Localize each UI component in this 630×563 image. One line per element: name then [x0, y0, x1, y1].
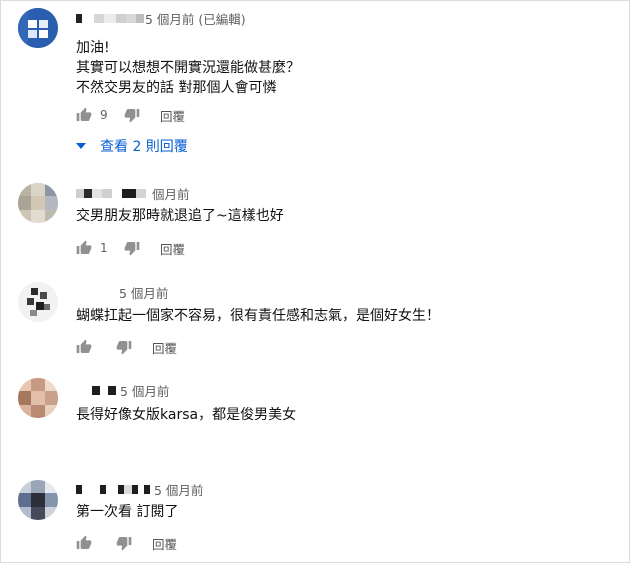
avatar[interactable] [18, 8, 58, 48]
thumbs-down-icon [116, 537, 132, 551]
username-redacted[interactable] [76, 286, 118, 298]
thumbs-down-icon [116, 341, 132, 355]
comment-timestamp[interactable]: 5 個月前 [154, 480, 203, 499]
like-count: 9 [100, 108, 108, 122]
comment-line: 長得好像女版karsa，都是俊男美女 [76, 407, 297, 423]
comment-text: 交男朋友那時就退追了~這樣也好 [76, 206, 284, 226]
like-button[interactable] [76, 535, 112, 551]
comment-line: 蝴蝶扛起一個家不容易，很有責任感和志氣，是個好女生！ [76, 308, 440, 324]
comment-timestamp[interactable]: 5 個月前 (已編輯) [145, 9, 246, 28]
thumbs-down-icon [124, 242, 140, 256]
comment-line: 加油! [76, 40, 110, 56]
thumbs-up-icon [76, 339, 92, 353]
thumbs-up-icon [76, 107, 92, 121]
comment-actions: 9 回覆 [76, 105, 185, 125]
comment-text: 蝴蝶扛起一個家不容易，很有責任感和志氣，是個好女生！ [76, 306, 440, 326]
comment-text: 加油! 其實可以想想不開實況還能做甚麼？ 不然交男友的話 對那個人會可憐 [76, 38, 300, 98]
reply-button[interactable]: 回覆 [160, 239, 185, 258]
thumbs-down-icon [124, 109, 140, 123]
thumbs-up-icon [76, 535, 92, 549]
reply-button[interactable]: 回覆 [152, 534, 177, 553]
like-button[interactable]: 1 [76, 240, 112, 256]
dislike-button[interactable] [124, 240, 140, 256]
comment-actions: 回覆 [76, 533, 177, 553]
reply-button[interactable]: 回覆 [152, 338, 177, 357]
caret-down-icon [76, 143, 86, 149]
comment-timestamp[interactable]: 5 個月前 [120, 381, 169, 400]
dislike-button[interactable] [116, 339, 132, 355]
comment-timestamp[interactable]: 5 個月前 [119, 283, 168, 302]
dislike-button[interactable] [116, 535, 132, 551]
avatar[interactable] [18, 378, 58, 418]
like-button[interactable]: 9 [76, 107, 112, 123]
comment-actions: 1 回覆 [76, 238, 185, 258]
comment-text: 長得好像女版karsa，都是俊男美女 [76, 405, 296, 425]
comment-line: 第一次看 訂閱了 [76, 504, 179, 520]
view-replies-button[interactable]: 查看 2 則回覆 [76, 136, 188, 156]
comment-line: 交男朋友那時就退追了~這樣也好 [76, 208, 284, 224]
like-count: 1 [100, 241, 108, 255]
comment-timestamp[interactable]: 個月前 [152, 184, 190, 203]
comment-header: 5 個月前 [76, 480, 203, 498]
username-redacted[interactable] [76, 483, 150, 495]
username-redacted[interactable] [76, 12, 144, 24]
thumbs-up-icon [76, 240, 92, 254]
reply-button[interactable]: 回覆 [160, 106, 185, 125]
comment-header: 5 個月前 (已編輯) [76, 9, 246, 27]
dislike-button[interactable] [124, 107, 140, 123]
comment-line: 其實可以想想不開實況還能做甚麼？ [76, 60, 300, 76]
avatar[interactable] [18, 480, 58, 520]
comment-header: 個月前 [76, 184, 190, 202]
comment-line: 不然交男友的話 對那個人會可憐 [76, 80, 277, 96]
comment-header: 5 個月前 [76, 381, 169, 399]
view-replies-label: 查看 2 則回覆 [100, 139, 188, 155]
comment-actions: 回覆 [76, 337, 177, 357]
username-redacted[interactable] [76, 187, 146, 199]
avatar[interactable] [18, 183, 58, 223]
comment-text: 第一次看 訂閱了 [76, 502, 178, 522]
avatar[interactable] [18, 282, 58, 322]
like-button[interactable] [76, 339, 112, 355]
username-redacted[interactable] [76, 384, 116, 396]
comment-header: 5 個月前 [76, 283, 168, 301]
